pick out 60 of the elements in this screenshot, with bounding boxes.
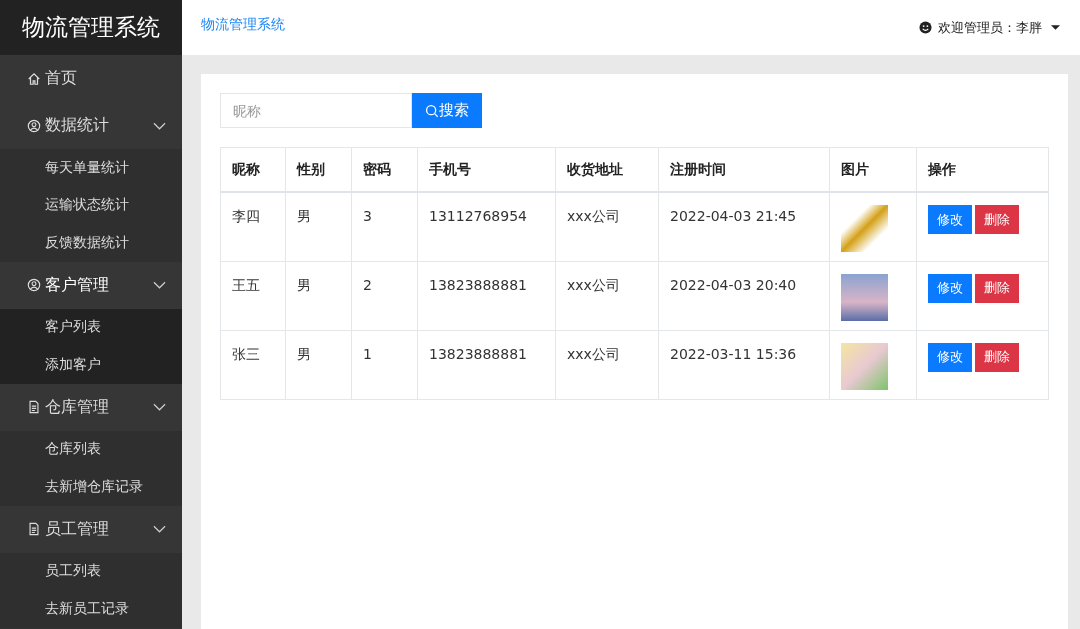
table-cell: 3	[351, 192, 418, 261]
table-cell: 张三	[220, 330, 286, 399]
edit-button[interactable]: 修改	[928, 273, 972, 303]
column-header: 收货地址	[555, 147, 659, 192]
photo-placeholder	[841, 342, 888, 390]
table-cell: 13823888881	[417, 330, 556, 399]
column-header: 昵称	[220, 147, 286, 192]
app-title: 物流管理系统	[0, 0, 182, 55]
submenu-item[interactable]: 运输状态统计	[0, 186, 182, 224]
column-header: 密码	[351, 147, 418, 192]
submenu-item[interactable]: 添加客户	[0, 346, 182, 384]
delete-button[interactable]: 删除	[975, 342, 1019, 372]
table-cell: 王五	[220, 261, 286, 330]
table-cell: xxx公司	[555, 330, 659, 399]
search-icon	[425, 103, 439, 118]
chevron-icon	[153, 525, 166, 533]
chevron-icon	[153, 281, 166, 289]
submenu-item[interactable]: 去新员工记录	[0, 590, 182, 628]
table-cell: 男	[285, 261, 352, 330]
search-button[interactable]: 搜索	[412, 93, 482, 128]
table-cell: 男	[285, 192, 352, 261]
document-icon	[27, 400, 41, 414]
delete-button[interactable]: 删除	[975, 205, 1019, 234]
header-link[interactable]: 物流管理系统	[201, 16, 285, 34]
table-cell: 男	[285, 330, 352, 399]
column-header: 手机号	[417, 147, 556, 192]
table-cell: 2022-04-03 21:45	[658, 192, 830, 261]
submenu-item[interactable]: 员工列表	[0, 552, 182, 590]
user-menu[interactable]: 欢迎管理员：李胖	[938, 18, 1042, 37]
chevron-icon	[153, 121, 166, 130]
chevron-icon	[153, 403, 166, 411]
document-icon	[27, 522, 41, 536]
table-cell: xxx公司	[555, 261, 659, 330]
delete-button[interactable]: 删除	[975, 273, 1019, 303]
submenu-item[interactable]: 去新增仓库记录	[0, 468, 182, 506]
table-cell: xxx公司	[555, 192, 659, 261]
table-cell: 13112768954	[417, 192, 556, 261]
column-header: 图片	[829, 147, 917, 192]
user-icon	[27, 278, 41, 292]
column-header: 操作	[916, 147, 1049, 192]
submenu-item[interactable]: 客户列表	[0, 308, 182, 346]
home-icon	[27, 71, 41, 86]
column-header: 注册时间	[658, 147, 830, 192]
table-cell: 2022-04-03 20:40	[658, 261, 830, 330]
table-cell: 13823888881	[417, 261, 556, 330]
table-cell: 1	[351, 330, 418, 399]
table-cell: 2	[351, 261, 418, 330]
submenu-item[interactable]: 反馈数据统计	[0, 224, 182, 262]
photo-placeholder	[841, 273, 888, 321]
submenu-item[interactable]: 仓库列表	[0, 430, 182, 468]
search-field[interactable]: 昵称	[220, 93, 412, 128]
caret-icon[interactable]	[1051, 25, 1060, 30]
edit-button[interactable]: 修改	[928, 342, 972, 372]
submenu-item[interactable]: 每天单量统计	[0, 149, 182, 187]
edit-button[interactable]: 修改	[928, 205, 972, 234]
table-cell: 李四	[220, 192, 286, 261]
column-header: 性别	[285, 147, 352, 192]
smiley-icon	[919, 21, 932, 34]
user-icon	[27, 118, 41, 133]
table-cell: 2022-03-11 15:36	[658, 330, 830, 399]
